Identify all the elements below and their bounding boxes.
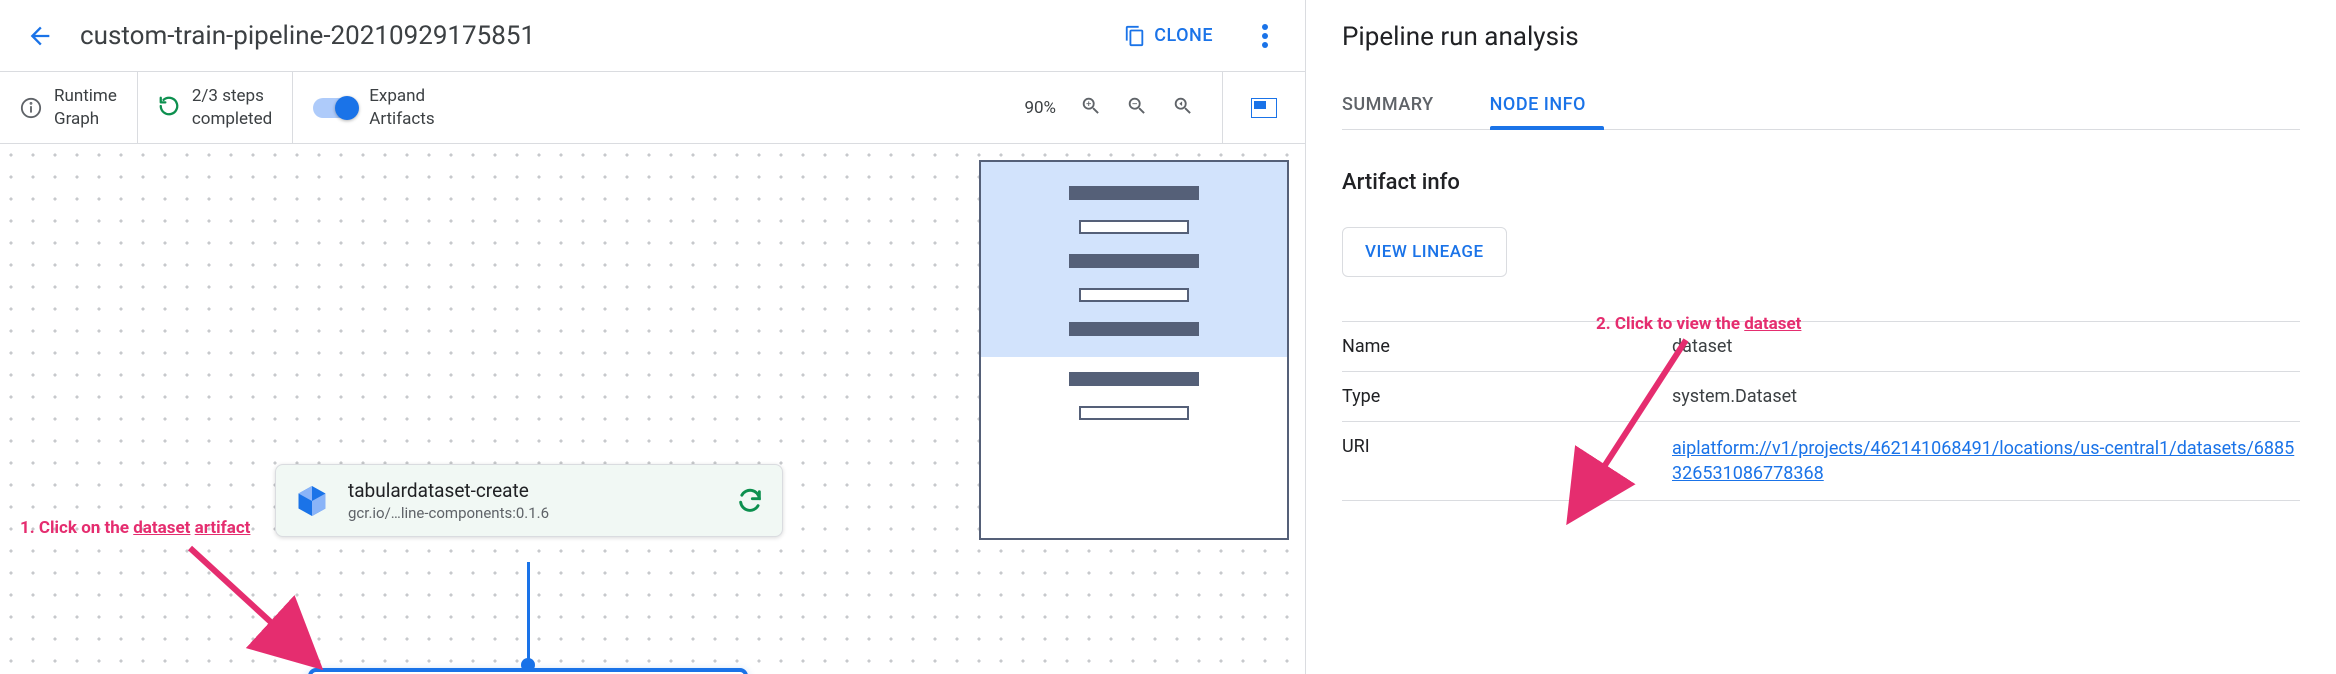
zoom-percentage: 90% — [1024, 98, 1056, 118]
minimap-node — [1079, 406, 1189, 420]
minimap-node — [1079, 288, 1189, 302]
property-row-name: Name dataset — [1342, 321, 2300, 371]
runtime-graph-label: Runtime Graph — [54, 85, 117, 129]
annotation-step-1: 1. Click on the dataset artifact — [20, 518, 250, 538]
property-key: Type — [1342, 386, 1672, 407]
property-key: URI — [1342, 436, 1672, 457]
cube-icon — [294, 483, 330, 519]
minimap-node — [1069, 254, 1199, 268]
copy-icon — [1124, 25, 1146, 47]
node-subtitle: gcr.io/…line-components:0.1.6 — [348, 504, 549, 522]
node-title: tabulardataset-create — [348, 479, 549, 502]
expand-artifacts-toggle[interactable] — [313, 98, 357, 118]
zoom-in-icon — [1080, 95, 1102, 117]
zoom-reset-button[interactable] — [1172, 95, 1194, 121]
cache-hit-icon — [736, 487, 764, 515]
property-value: system.Dataset — [1672, 386, 2300, 407]
side-tabs: SUMMARY NODE INFO — [1342, 80, 2300, 130]
page-title: custom-train-pipeline-20210929175851 — [80, 21, 1096, 51]
more-vert-icon — [1262, 24, 1268, 48]
tab-node-info[interactable]: NODE INFO — [1490, 80, 1586, 129]
more-menu-button[interactable] — [1241, 12, 1289, 60]
minimap-toggle-button[interactable] — [1223, 72, 1305, 143]
property-value: dataset — [1672, 336, 2300, 357]
minimap-node — [1079, 220, 1189, 234]
tab-underline — [1490, 126, 1604, 130]
graph-edge — [527, 562, 530, 664]
minimap-node — [1069, 186, 1199, 200]
clone-button[interactable]: CLONE — [1112, 17, 1225, 55]
annotation-arrow — [180, 538, 340, 674]
expand-artifacts-label: Expand Artifacts — [369, 85, 434, 129]
property-row-type: Type system.Dataset — [1342, 371, 2300, 421]
minimap-node — [1069, 322, 1199, 336]
steps-completed-label: 2/3 steps completed — [192, 85, 272, 129]
zoom-out-button[interactable] — [1126, 95, 1148, 121]
zoom-reset-icon — [1172, 95, 1194, 117]
tab-summary[interactable]: SUMMARY — [1342, 80, 1434, 129]
node-dataset[interactable]: dataset Type: system.Dataset — [308, 668, 748, 674]
minimap[interactable] — [979, 160, 1289, 540]
clone-label: CLONE — [1154, 25, 1213, 46]
zoom-out-icon — [1126, 95, 1148, 117]
back-button[interactable] — [16, 12, 64, 60]
pipeline-canvas[interactable]: tabulardataset-create gcr.io/…line-compo… — [0, 144, 1305, 674]
info-icon — [20, 97, 42, 119]
artifact-info-heading: Artifact info — [1342, 170, 2300, 195]
zoom-in-button[interactable] — [1080, 95, 1102, 121]
property-row-uri: URI aiplatform://v1/projects/46214106849… — [1342, 421, 2300, 501]
view-lineage-button[interactable]: VIEW LINEAGE — [1342, 227, 1507, 277]
node-tabulardataset-create[interactable]: tabulardataset-create gcr.io/…line-compo… — [275, 464, 783, 537]
progress-icon — [158, 95, 180, 121]
minimap-node — [1069, 372, 1199, 386]
property-key: Name — [1342, 336, 1672, 357]
arrow-left-icon — [26, 22, 54, 50]
side-panel-title: Pipeline run analysis — [1342, 22, 2300, 52]
minimap-icon — [1251, 98, 1277, 118]
annotation-step-2: 2. Click to view the dataset — [1596, 314, 1801, 334]
uri-link[interactable]: aiplatform://v1/projects/462141068491/lo… — [1672, 436, 2300, 486]
